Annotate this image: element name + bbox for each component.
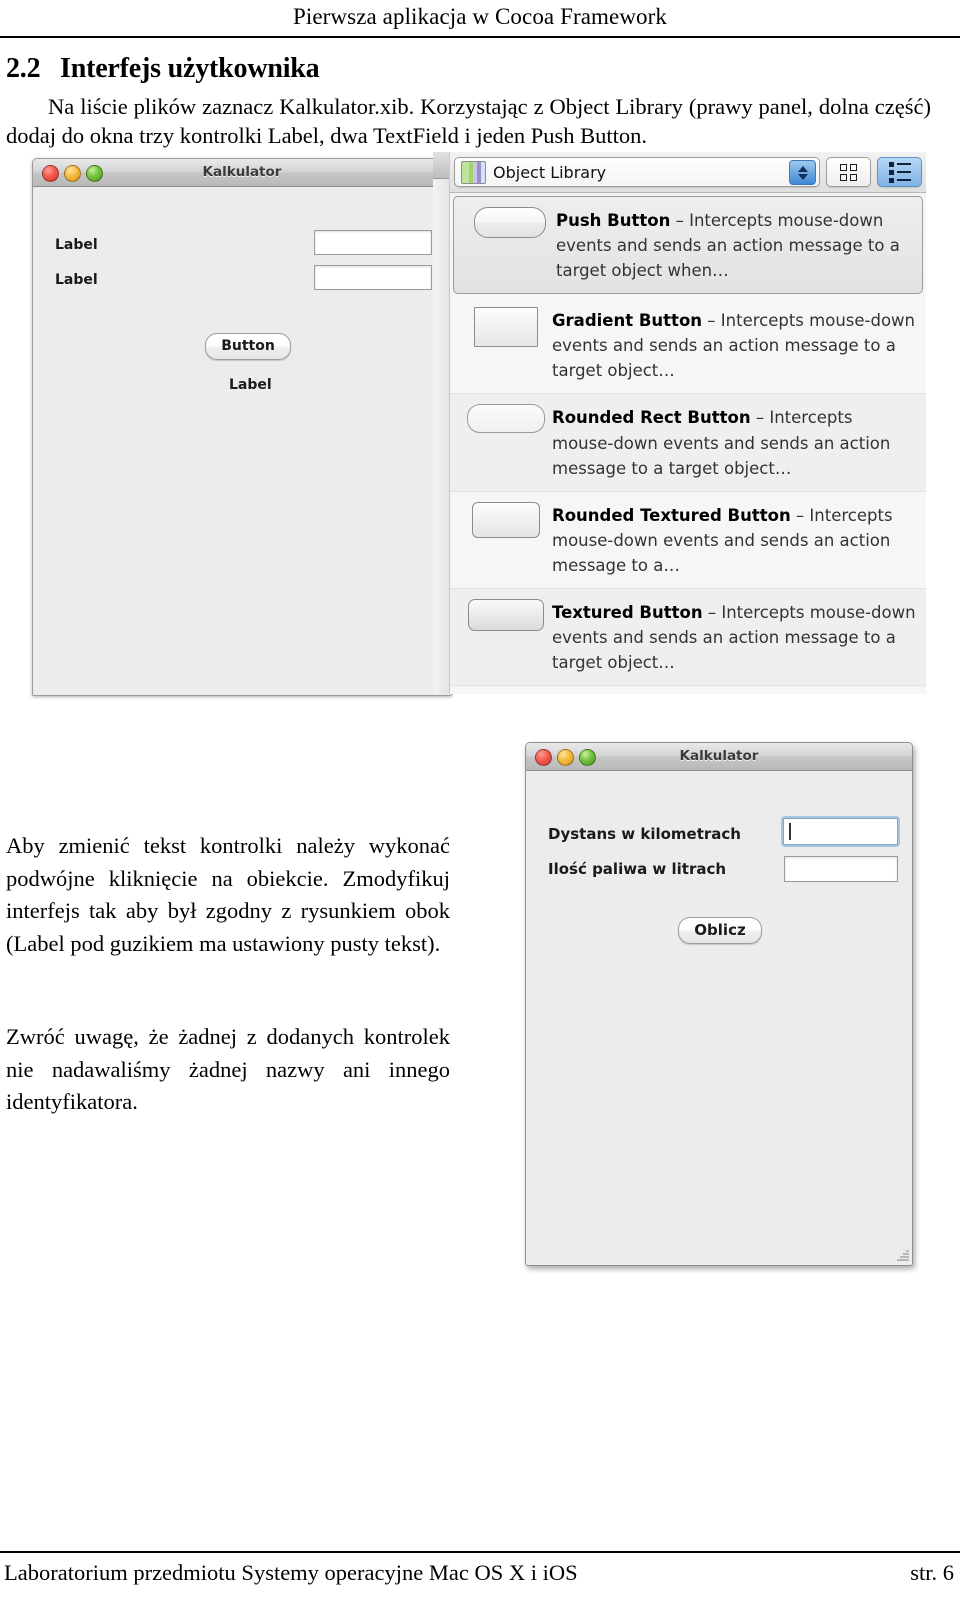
library-item-rounded-textured-button[interactable]: Rounded Textured Button – Intercepts mou… xyxy=(450,491,926,589)
kalkulator-window-final: Kalkulator Dystans w kilometrach Ilość p… xyxy=(525,742,913,1266)
ib-textfield-1[interactable] xyxy=(314,230,432,255)
page-title: 2.2 Interfejs użytkownika xyxy=(6,53,320,85)
ib-label-2[interactable]: Label xyxy=(55,272,98,288)
gradient-button-thumb xyxy=(460,307,552,348)
library-item-name: Textured Button xyxy=(552,602,703,622)
library-item-name: Rounded Rect Button xyxy=(552,408,751,428)
zoom-icon[interactable] xyxy=(579,749,596,766)
textured-button-thumb xyxy=(460,598,552,631)
section-title: Interfejs użytkownika xyxy=(60,53,320,84)
footer-rule xyxy=(0,1551,960,1553)
section-number: 2.2 xyxy=(6,53,41,84)
panel-divider-nub xyxy=(433,152,449,179)
figure-kalkulator-final: Kalkulator Dystans w kilometrach Ilość p… xyxy=(505,730,915,1270)
text-caret xyxy=(789,823,791,840)
body-paragraph-1: Aby zmienić tekst kontrolki należy wykon… xyxy=(6,833,450,956)
stepper-updown-icon[interactable] xyxy=(789,160,816,185)
minimize-icon[interactable] xyxy=(64,165,81,182)
library-item-name: Gradient Button xyxy=(552,311,703,331)
library-item-gradient-button[interactable]: Gradient Button – Intercepts mouse-down … xyxy=(450,297,926,395)
window-content: Dystans w kilometrach Ilość paliwa w lit… xyxy=(526,771,912,1265)
traffic-lights[interactable] xyxy=(42,165,103,182)
ib-push-button[interactable]: Button xyxy=(205,333,291,360)
ib-label-1[interactable]: Label xyxy=(55,237,98,253)
ib-textfield-2[interactable] xyxy=(314,265,432,290)
running-head: Pierwsza aplikacja w Cocoa Framework xyxy=(292,4,668,29)
figure-xcode-interface-builder: Kalkulator Label Label Button Label Obje… xyxy=(20,152,926,696)
library-item-textured-button[interactable]: Textured Button – Intercepts mouse-down … xyxy=(450,588,926,687)
object-library-list[interactable]: Push Button – Intercepts mouse-down even… xyxy=(450,196,926,694)
header-rule xyxy=(0,36,960,38)
ib-label-3[interactable]: Label xyxy=(229,377,272,393)
window-content: Label Label Button Label xyxy=(33,187,451,695)
fuel-input[interactable] xyxy=(784,856,898,882)
object-library-panel: Object Library Push Button – Intercepts … xyxy=(449,152,926,694)
document-page: Pierwsza aplikacja w Cocoa Framework 2.2… xyxy=(0,0,960,1617)
library-item-name: Rounded Textured Button xyxy=(552,505,791,525)
rounded-textured-button-thumb xyxy=(460,501,552,538)
library-popup-button[interactable]: Object Library xyxy=(454,157,820,187)
minimize-icon[interactable] xyxy=(557,749,574,766)
body-paragraph-2: Zwróć uwagę, że żadnej z dodanych kontro… xyxy=(6,1024,450,1115)
footer-left: Laboratorium przedmiotu Systemy operacyj… xyxy=(4,1560,578,1585)
list-view-icon[interactable] xyxy=(877,157,922,187)
library-item-push-button[interactable]: Push Button – Intercepts mouse-down even… xyxy=(453,196,923,295)
library-popup-label: Object Library xyxy=(493,162,607,182)
close-icon[interactable] xyxy=(42,165,59,182)
window-titlebar: Kalkulator xyxy=(526,743,912,771)
footer-right: str. 6 xyxy=(910,1560,954,1585)
push-button-thumb xyxy=(464,207,556,238)
zoom-icon[interactable] xyxy=(86,165,103,182)
library-stack-icon xyxy=(461,160,486,184)
resize-grip-icon[interactable] xyxy=(896,1249,909,1262)
rounded-rect-button-thumb xyxy=(460,404,552,434)
object-library-toolbar: Object Library xyxy=(450,152,926,193)
close-icon[interactable] xyxy=(535,749,552,766)
distance-input[interactable] xyxy=(783,818,898,845)
label-distance: Dystans w kilometrach xyxy=(548,825,741,843)
label-fuel: Ilość paliwa w litrach xyxy=(548,860,727,878)
traffic-lights[interactable] xyxy=(535,749,596,766)
library-item-name: Push Button xyxy=(556,211,671,230)
window-titlebar: Kalkulator xyxy=(33,159,451,187)
calculate-button[interactable]: Oblicz xyxy=(678,917,762,944)
kalkulator-window-initial: Kalkulator Label Label Button Label xyxy=(32,158,452,696)
panel-divider[interactable] xyxy=(433,152,450,694)
grid-view-icon[interactable] xyxy=(826,157,871,187)
intro-paragraph: Na liście plików zaznacz Kalkulator.xib.… xyxy=(6,94,931,149)
library-item-rounded-rect-button[interactable]: Rounded Rect Button – Intercepts mouse-d… xyxy=(450,394,926,492)
